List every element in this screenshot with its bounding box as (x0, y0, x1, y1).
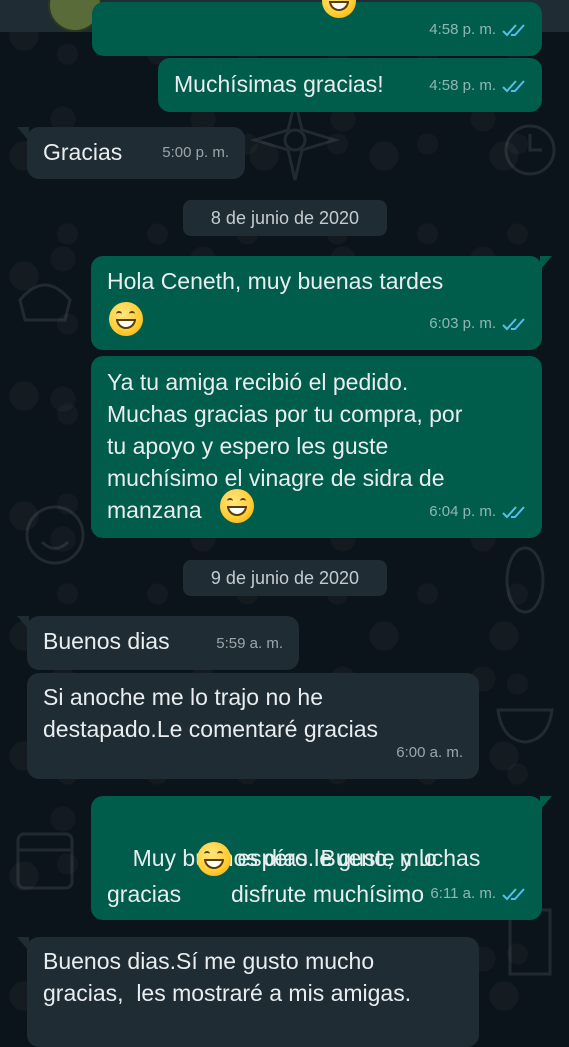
read-ticks-icon (502, 78, 526, 94)
date-separator: 8 de junio de 2020 (183, 200, 387, 236)
message-meta: 6:04 p. m. (429, 494, 526, 530)
message-time: 6:03 p. m. (429, 315, 496, 332)
message-meta: 6:11 a. m. (430, 876, 526, 912)
grinning-emoji-icon (109, 302, 143, 336)
calendar-doodle-icon (16, 832, 74, 890)
message-time: 4:58 p. m. (429, 21, 496, 38)
grinning-emoji-icon (220, 489, 254, 523)
read-ticks-icon (502, 504, 526, 520)
message-meta: 4:58 p. m. (429, 68, 526, 104)
read-ticks-icon (502, 316, 526, 332)
message-bubble-incoming[interactable]: Buenos dias.Sí me gusto mucho gracias, l… (17, 937, 479, 1047)
message-time: 6:04 p. m. (429, 503, 496, 520)
read-ticks-icon (502, 886, 526, 902)
smiley-doodle-icon (25, 505, 85, 565)
date-separator: 9 de junio de 2020 (183, 560, 387, 596)
message-bubble-incoming[interactable]: Gracias 5:00 p. m. (17, 127, 245, 179)
message-bubble-incoming[interactable]: Buenos dias 5:59 a. m. (17, 616, 299, 670)
message-meta: 4:58 p. m. (429, 12, 526, 48)
message-meta: 5:59 a. m. (216, 626, 283, 662)
grinning-emoji-icon (197, 842, 231, 876)
corn-doodle-icon (505, 546, 545, 614)
read-ticks-icon (502, 22, 526, 38)
message-bubble-outgoing[interactable]: Muy buenos días. Bueno, muchas gracias e… (91, 796, 552, 920)
message-bubble-outgoing[interactable]: 4:58 p. m. (92, 0, 542, 56)
message-bubble-outgoing[interactable]: Ya tu amiga recibió el pedido. Muchas gr… (91, 356, 542, 538)
clock-doodle-icon (504, 124, 556, 176)
message-time: 6:00 a. m. (396, 744, 463, 761)
lamp-doodle-icon (18, 283, 72, 322)
bowl-doodle-icon (496, 708, 554, 744)
message-time: 4:58 p. m. (429, 77, 496, 94)
message-meta: 6:03 p. m. (429, 306, 526, 342)
message-text: Hola Ceneth, muy buenas tardes (107, 268, 444, 294)
grinning-emoji-icon (322, 0, 356, 18)
message-time: 5:59 a. m. (216, 635, 283, 652)
message-time: 5:00 p. m. (162, 144, 229, 161)
message-meta: 6:00 a. m. (396, 735, 463, 771)
message-bubble-incoming[interactable]: Si anoche me lo trajo no he destapado.Le… (27, 673, 479, 779)
message-bubble-outgoing[interactable]: Hola Ceneth, muy buenas tardes 6:03 p. m… (91, 256, 552, 350)
message-meta: 5:00 p. m. (162, 135, 229, 171)
message-text: Buenos dias.Sí me gusto mucho gracias, l… (43, 948, 412, 1006)
message-time: 6:11 a. m. (430, 885, 496, 902)
message-bubble-outgoing[interactable]: Muchísimas gracias! 4:58 p. m. (158, 58, 542, 112)
